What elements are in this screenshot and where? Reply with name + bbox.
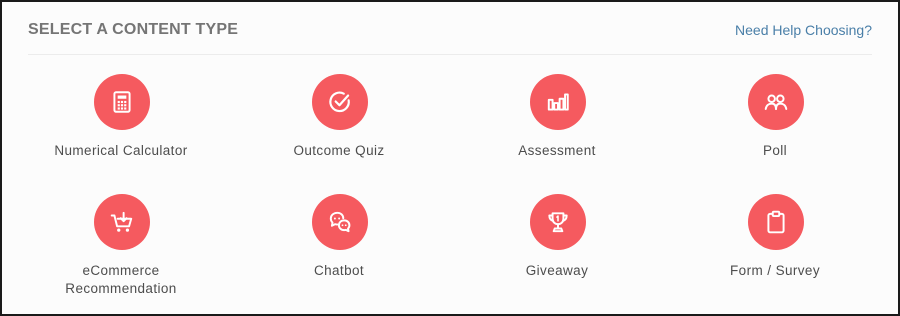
content-type-label: Chatbot bbox=[313, 263, 365, 278]
page-title: SELECT A CONTENT TYPE bbox=[28, 21, 239, 38]
cart-icon bbox=[94, 194, 150, 250]
content-type-form-survey[interactable]: Form / Survey bbox=[666, 194, 884, 304]
clipboard-icon bbox=[748, 194, 804, 250]
calculator-icon bbox=[94, 74, 150, 130]
content-type-poll[interactable]: Poll bbox=[666, 74, 884, 184]
content-type-numerical-calculator[interactable]: Numerical Calculator bbox=[12, 74, 230, 184]
content-type-outcome-quiz[interactable]: Outcome Quiz bbox=[230, 74, 448, 184]
users-icon bbox=[748, 74, 804, 130]
content-type-giveaway[interactable]: Giveaway bbox=[448, 194, 666, 304]
content-type-label: eCommerce Recommendation bbox=[65, 263, 177, 296]
check-circle-icon bbox=[312, 74, 368, 130]
panel-header: SELECT A CONTENT TYPE Need Help Choosing… bbox=[28, 2, 872, 55]
content-type-panel: SELECT A CONTENT TYPE Need Help Choosing… bbox=[0, 0, 900, 316]
content-type-ecommerce-recommendation[interactable]: eCommerce Recommendation bbox=[12, 194, 230, 304]
content-type-label: Assessment bbox=[518, 143, 596, 158]
content-type-label: Outcome Quiz bbox=[293, 143, 385, 158]
content-type-label: Giveaway bbox=[525, 263, 589, 278]
bar-chart-icon bbox=[530, 74, 586, 130]
content-type-label: Numerical Calculator bbox=[54, 143, 188, 158]
trophy-icon bbox=[530, 194, 586, 250]
chat-bubbles-icon bbox=[312, 194, 368, 250]
need-help-link[interactable]: Need Help Choosing? bbox=[735, 22, 872, 38]
content-type-chatbot[interactable]: Chatbot bbox=[230, 194, 448, 304]
content-type-assessment[interactable]: Assessment bbox=[448, 74, 666, 184]
content-type-label: Poll bbox=[762, 143, 788, 158]
content-type-label: Form / Survey bbox=[730, 263, 820, 278]
